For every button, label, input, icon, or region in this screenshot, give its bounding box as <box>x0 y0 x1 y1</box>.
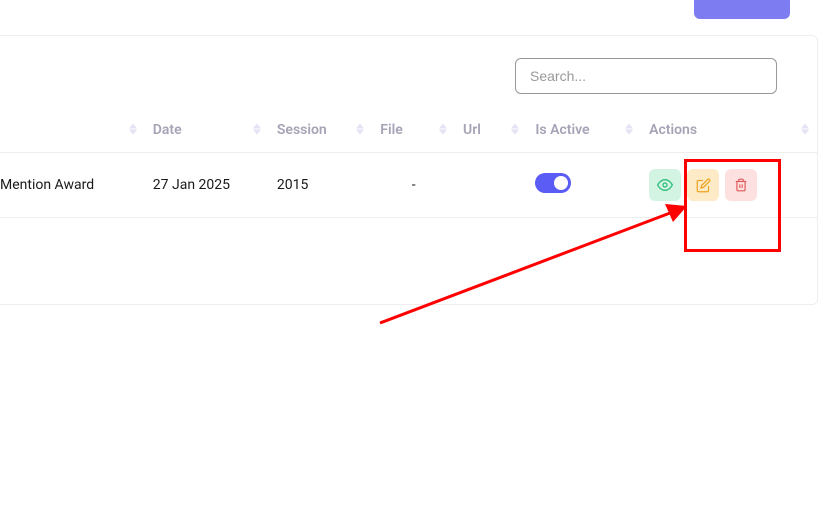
table-row: Mention Award 27 Jan 2025 2015 - <box>0 153 817 218</box>
header-label: Is Active <box>535 122 589 138</box>
column-header-actions[interactable]: Actions <box>641 106 817 153</box>
edit-button[interactable] <box>687 169 719 201</box>
header-label: Date <box>153 122 182 138</box>
sort-icon <box>625 124 633 135</box>
column-header-title[interactable] <box>0 106 145 153</box>
cell-file: - <box>372 153 455 218</box>
column-header-active[interactable]: Is Active <box>527 106 641 153</box>
column-header-session[interactable]: Session <box>269 106 372 153</box>
cell-active <box>527 153 641 218</box>
trash-icon <box>734 178 748 192</box>
cell-title: Mention Award <box>0 153 145 218</box>
cell-actions <box>641 153 817 218</box>
header-label: Actions <box>649 122 697 138</box>
cell-url <box>455 153 527 218</box>
view-button[interactable] <box>649 169 681 201</box>
content-card: Date Session File <box>0 35 818 305</box>
delete-button[interactable] <box>725 169 757 201</box>
sort-icon <box>511 124 519 135</box>
column-header-url[interactable]: Url <box>455 106 527 153</box>
header-label: Session <box>277 122 327 138</box>
header-label: Url <box>463 122 481 138</box>
table-header-row: Date Session File <box>0 106 817 153</box>
search-wrapper <box>0 36 817 106</box>
edit-icon <box>696 178 711 193</box>
cell-date: 27 Jan 2025 <box>145 153 269 218</box>
cell-session: 2015 <box>269 153 372 218</box>
search-input[interactable] <box>515 58 777 94</box>
header-label: File <box>380 122 403 138</box>
column-header-date[interactable]: Date <box>145 106 269 153</box>
data-table: Date Session File <box>0 106 817 218</box>
sort-icon <box>129 124 137 135</box>
active-toggle[interactable] <box>535 173 571 193</box>
sort-icon <box>801 124 809 135</box>
actions-group <box>649 169 809 201</box>
column-header-file[interactable]: File <box>372 106 455 153</box>
top-primary-button[interactable] <box>694 0 790 19</box>
eye-icon <box>657 177 673 193</box>
sort-icon <box>253 124 261 135</box>
sort-icon <box>439 124 447 135</box>
sort-icon <box>356 124 364 135</box>
